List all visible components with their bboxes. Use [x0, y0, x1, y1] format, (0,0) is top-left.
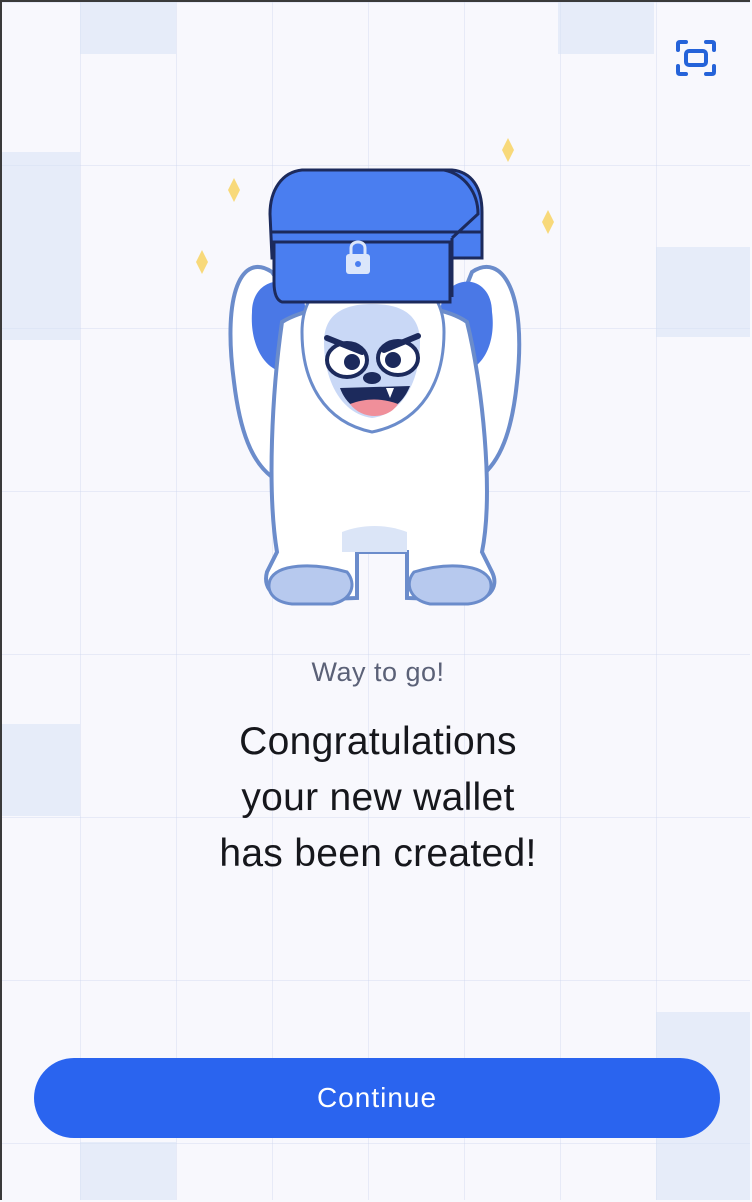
treasure-chest [268, 168, 484, 304]
headline-line: Congratulations [239, 720, 517, 763]
sparkle-icon [542, 210, 554, 234]
background-tile [80, 1142, 176, 1200]
continue-button[interactable]: Continue [34, 1058, 720, 1138]
background-tile [558, 2, 654, 54]
page-title: Congratulations your new wallet has been… [102, 714, 654, 882]
sparkle-icon [502, 138, 514, 162]
sparkle-icon [228, 178, 240, 202]
headline-line: has been created! [219, 832, 537, 875]
subtitle: Way to go! [311, 657, 445, 687]
background-tile [656, 247, 750, 337]
headline-line: your new wallet [241, 776, 515, 819]
background-tile [80, 2, 176, 54]
scan-frame-icon [676, 40, 716, 76]
wallet-created-screen: Way to go! Congratulations your new wall… [0, 0, 750, 1200]
yeti-mascot-illustration [196, 138, 554, 606]
scan-button[interactable] [674, 38, 718, 78]
background-tile [2, 152, 80, 340]
background-tile [2, 724, 80, 816]
sparkle-icon [196, 250, 208, 274]
